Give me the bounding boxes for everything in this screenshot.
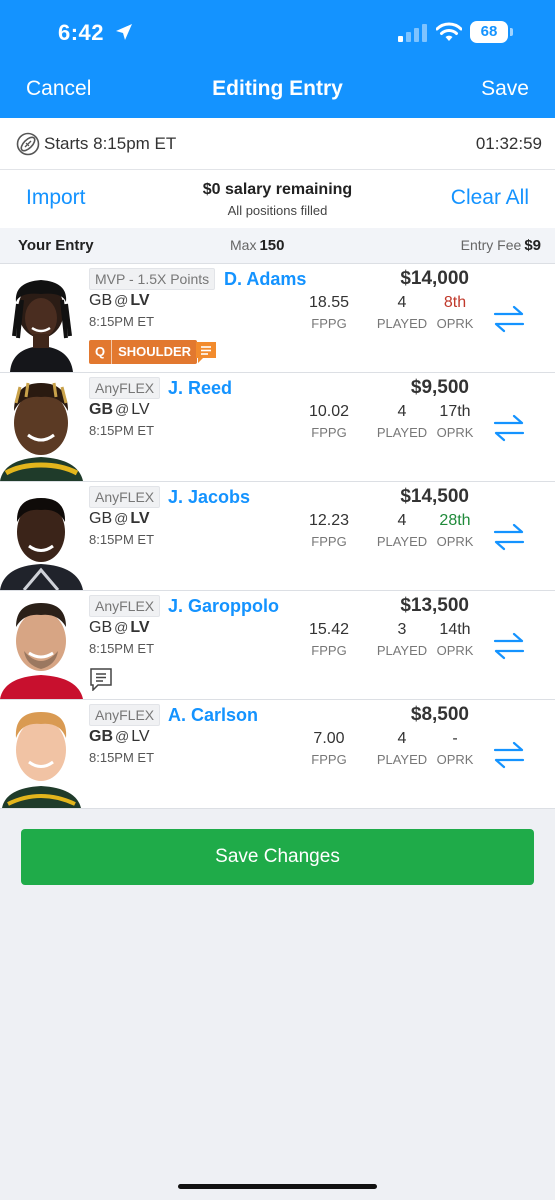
- player-photo: [0, 482, 83, 590]
- player-salary: $8,500: [410, 704, 469, 725]
- player-row[interactable]: AnyFLEX J. Reed $9,500 GB @ LV 8:15PM ET 1…: [0, 373, 555, 482]
- countdown-timer: 01:32:59: [475, 134, 542, 153]
- top-header: 6:42 68 Cancel Editing Entry Save: [0, 0, 555, 118]
- page-title: Editing Entry: [212, 77, 343, 100]
- save-changes-button[interactable]: Save Changes: [21, 829, 534, 885]
- player-row[interactable]: MVP - 1.5X Points D. Adams $14,000 GB @ LV…: [0, 264, 555, 373]
- player-salary: $14,000: [400, 268, 469, 289]
- player-salary: $13,500: [400, 595, 469, 616]
- start-time: Starts 8:15pm ET: [44, 134, 177, 153]
- player-photo: [0, 264, 83, 372]
- matchup: GB @ LV: [89, 292, 150, 309]
- location-arrow-icon: [116, 24, 132, 40]
- player-name[interactable]: D. Adams: [224, 268, 306, 290]
- cellular-signal-icon: [398, 24, 427, 42]
- matchup: GB @ LV: [89, 401, 150, 418]
- wifi-icon: [436, 22, 462, 41]
- swap-player-icon[interactable]: [492, 304, 526, 334]
- your-entry-label: Your Entry: [18, 237, 94, 254]
- player-photo: [0, 591, 83, 699]
- player-name[interactable]: J. Reed: [168, 377, 232, 399]
- oprk-stat: 28th OPRK: [436, 512, 474, 549]
- fppg-stat: 12.23 FPPG: [308, 512, 350, 549]
- fppg-stat: 7.00 FPPG: [311, 730, 347, 767]
- contest-start-bar: Starts 8:15pm ET 01:32:59: [0, 118, 555, 170]
- roster-slot-badge: MVP - 1.5X Points: [89, 268, 216, 290]
- status-bar: 6:42 68: [0, 0, 555, 66]
- player-row[interactable]: AnyFLEX J. Jacobs $14,500 GB @ LV 8:15PM E…: [0, 482, 555, 591]
- status-time: 6:42: [58, 20, 105, 45]
- home-indicator[interactable]: [178, 1184, 377, 1189]
- player-photo: [0, 700, 83, 808]
- entry-fee: Entry Fee $9: [460, 237, 541, 254]
- oprk-stat: 14th OPRK: [436, 621, 474, 658]
- battery-level: 68: [470, 21, 508, 43]
- fppg-stat: 18.55 FPPG: [308, 294, 350, 331]
- entry-header: Your Entry Max 150 Entry Fee $9: [0, 228, 555, 264]
- injury-tag[interactable]: Q SHOULDER: [89, 340, 198, 364]
- salary-bar: Import $0 salary remaining All positions…: [0, 170, 555, 228]
- roster-slot-badge: AnyFLEX: [89, 595, 161, 617]
- game-time: 8:15PM ET: [89, 641, 155, 656]
- oprk-stat: - OPRK: [436, 730, 474, 767]
- player-news-icon[interactable]: [194, 340, 218, 364]
- player-name[interactable]: J. Jacobs: [168, 486, 250, 508]
- fppg-stat: 15.42 FPPG: [308, 621, 350, 658]
- clear-all-button[interactable]: Clear All: [451, 186, 529, 210]
- save-button[interactable]: Save: [481, 77, 529, 101]
- football-icon: [16, 132, 40, 156]
- swap-player-icon[interactable]: [492, 413, 526, 443]
- oprk-stat: 8th OPRK: [436, 294, 474, 331]
- nav-bar: Cancel Editing Entry Save: [0, 66, 555, 118]
- game-time: 8:15PM ET: [89, 532, 155, 547]
- game-time: 8:15PM ET: [89, 314, 155, 329]
- player-row[interactable]: AnyFLEX A. Carlson $8,500 GB @ LV 8:15PM E…: [0, 700, 555, 809]
- player-name[interactable]: A. Carlson: [168, 704, 258, 726]
- fppg-stat: 10.02 FPPG: [308, 403, 350, 440]
- player-row[interactable]: AnyFLEX J. Garoppolo $13,500 GB @ LV 8:15P…: [0, 591, 555, 700]
- swap-player-icon[interactable]: [492, 522, 526, 552]
- player-salary: $14,500: [400, 486, 469, 507]
- max-entries: Max 150: [230, 237, 285, 254]
- player-photo: [0, 373, 83, 481]
- player-notes-icon[interactable]: [89, 667, 113, 691]
- lineup-list: MVP - 1.5X Points D. Adams $14,000 GB @ LV…: [0, 264, 555, 809]
- player-salary: $9,500: [410, 377, 469, 398]
- game-time: 8:15PM ET: [89, 750, 155, 765]
- swap-player-icon[interactable]: [492, 631, 526, 661]
- game-time: 8:15PM ET: [89, 423, 155, 438]
- matchup: GB @ LV: [89, 510, 150, 527]
- swap-player-icon[interactable]: [492, 740, 526, 770]
- battery-icon: 68: [470, 21, 514, 43]
- roster-slot-badge: AnyFLEX: [89, 486, 161, 508]
- roster-slot-badge: AnyFLEX: [89, 704, 161, 726]
- player-name[interactable]: J. Garoppolo: [168, 595, 279, 617]
- roster-slot-badge: AnyFLEX: [89, 377, 161, 399]
- oprk-stat: 17th OPRK: [436, 403, 474, 440]
- matchup: GB @ LV: [89, 728, 150, 745]
- matchup: GB @ LV: [89, 619, 150, 636]
